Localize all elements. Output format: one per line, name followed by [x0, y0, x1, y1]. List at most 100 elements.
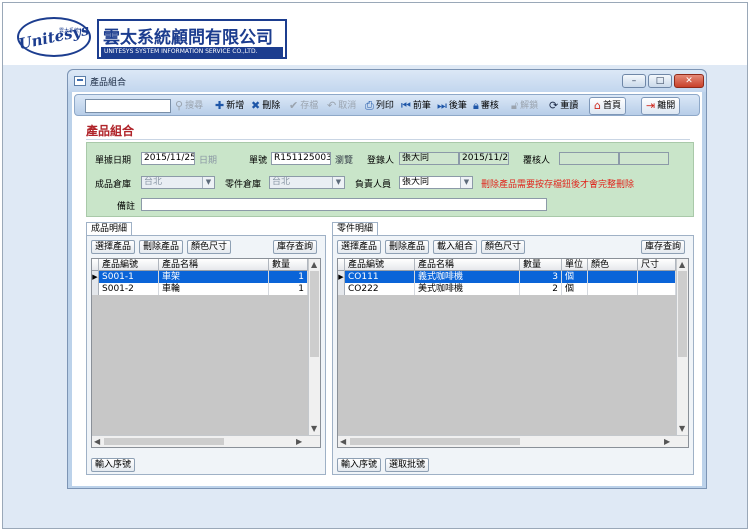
column-header-qty[interactable]: 數量 [520, 259, 562, 271]
number-label: 單號 [249, 156, 268, 166]
save-button[interactable]: ✔ 存檔 [289, 98, 318, 114]
print-button[interactable]: ⎙ 列印 [365, 98, 394, 114]
scroll-thumb[interactable] [310, 271, 319, 357]
date-label: 單據日期 [95, 156, 132, 166]
part-stock-query-button[interactable]: 庫存查詢 [641, 240, 686, 254]
browse-link[interactable]: 瀏覽 [335, 153, 353, 166]
site-header: Unitesys 雲太系統 雲太系統顧問有限公司 UNITESYS SYSTEM… [3, 3, 747, 65]
unaudit-button[interactable]: 🔓︎ 解鎖 [511, 98, 538, 114]
page-frame: Unitesys 雲太系統 雲太系統顧問有限公司 UNITESYS SYSTEM… [2, 2, 748, 529]
scroll-up-icon[interactable]: ▲ [679, 260, 685, 270]
scroll-right-icon[interactable]: ▶ [664, 437, 670, 447]
reload-button[interactable]: ⟳ 重讀 [549, 98, 578, 114]
search-button[interactable]: ⚲ 搜尋 [175, 98, 203, 114]
prev-record-button[interactable]: ⏮ 前筆 [401, 98, 431, 114]
owner-select[interactable]: 張大同 ▼ [399, 176, 473, 189]
home-button[interactable]: ⌂ 首頁 [589, 97, 626, 115]
delete-product-button[interactable]: 刪除產品 [139, 240, 184, 254]
company-name-box: 雲太系統顧問有限公司 UNITESYS SYSTEM INFORMATION S… [97, 19, 287, 59]
refresh-icon: ⟳ [549, 99, 559, 112]
date-field[interactable]: 2015/11/25 [141, 152, 195, 165]
tab-product-details[interactable]: 成品明細 [86, 222, 133, 236]
part-input-serial-button[interactable]: 輸入序號 [337, 458, 382, 472]
select-product-button[interactable]: 選擇產品 [91, 240, 136, 254]
column-header-qty[interactable]: 數量 [269, 259, 308, 271]
minimize-button[interactable]: – [622, 74, 646, 88]
audit-button[interactable]: 🔒︎ 審核 [473, 98, 499, 114]
column-header-color[interactable]: 顏色 [588, 259, 638, 271]
add-button[interactable]: ✚ 新增 [215, 98, 244, 114]
scroll-left-icon[interactable]: ◀ [340, 437, 346, 447]
plus-icon: ✚ [215, 99, 225, 112]
select-part-button[interactable]: 選擇產品 [337, 240, 382, 254]
owner-label: 負責人員 [355, 180, 392, 190]
row-marker [92, 283, 99, 295]
cancel-button[interactable]: ↶ 取消 [327, 98, 356, 114]
table-row[interactable]: CO222 美式咖啡機 2 個 [338, 283, 676, 295]
company-logo[interactable]: Unitesys [17, 17, 91, 57]
part-grid-vscroll[interactable]: ▲ ▼ [676, 259, 688, 435]
number-field[interactable]: R151125003 [271, 152, 331, 165]
product-grid-hscroll[interactable]: ◀ ▶ [92, 435, 320, 447]
product-grid-vscroll[interactable]: ▲ ▼ [308, 259, 320, 435]
scroll-down-icon[interactable]: ▼ [679, 424, 685, 434]
column-header-code[interactable]: 產品編號 [345, 259, 415, 271]
column-header-size[interactable]: 尺寸 [638, 259, 676, 271]
product-warehouse-select[interactable]: 台北 ▼ [141, 176, 215, 189]
tab-part-details[interactable]: 零件明細 [332, 222, 379, 236]
home-icon: ⌂ [594, 99, 601, 112]
creator-label: 登錄人 [367, 156, 395, 166]
exit-icon: ⇥ [646, 99, 656, 112]
column-header-name[interactable]: 產品名稱 [415, 259, 520, 271]
scroll-right-icon[interactable]: ▶ [296, 437, 302, 447]
current-row-icon: ▶ [92, 271, 99, 283]
part-details-panel: 選擇產品 刪除產品 載入組合 顏色尺寸 庫存查詢 產品編號 產品名稱 數量 單位… [332, 235, 694, 475]
unlock-icon: 🔓︎ [511, 99, 519, 112]
select-batch-button[interactable]: 選取批號 [385, 458, 430, 472]
chevron-down-icon: ▼ [460, 177, 472, 188]
window-icon [74, 76, 86, 86]
scroll-up-icon[interactable]: ▲ [311, 260, 317, 270]
app-window: 產品組合 – □ ✕ ⚲ 搜尋 ✚ 新增 ✖ 刪除 ✔ 存檔 ↶ 取消 ⎙ 列印 ⏮ 前筆 ⏭… [67, 69, 707, 489]
delete-button[interactable]: ✖ 刪除 [251, 98, 280, 114]
part-color-size-button[interactable]: 顏色尺寸 [481, 240, 526, 254]
search-icon: ⚲ [175, 99, 184, 112]
reviewer-field [559, 152, 619, 165]
maximize-button[interactable]: □ [648, 74, 672, 88]
creator-field: 張大同 [399, 152, 459, 165]
next-record-button[interactable]: ⏭ 後筆 [437, 98, 467, 114]
load-combo-button[interactable]: 載入組合 [433, 240, 478, 254]
company-name-en: UNITESYS SYSTEM INFORMATION SERVICE CO.,… [101, 47, 283, 57]
delete-part-button[interactable]: 刪除產品 [385, 240, 430, 254]
part-warehouse-select[interactable]: 台北 ▼ [269, 176, 345, 189]
table-row[interactable]: S001-2 車輪 1 [92, 283, 308, 295]
scroll-down-icon[interactable]: ▼ [311, 424, 317, 434]
scroll-thumb[interactable] [678, 271, 687, 357]
close-button[interactable]: ✕ [674, 74, 704, 88]
table-row[interactable]: ▶ S001-1 車架 1 [92, 271, 308, 283]
part-grid-hscroll[interactable]: ◀ ▶ [338, 435, 688, 447]
column-header-name[interactable]: 產品名稱 [159, 259, 269, 271]
color-size-button[interactable]: 顏色尺寸 [187, 240, 232, 254]
product-grid: 產品編號 產品名稱 數量 ▶ S001-1 車架 1 S001-2 車輪 1 ▲… [91, 258, 321, 448]
scroll-thumb[interactable] [104, 438, 224, 445]
stock-query-button[interactable]: 庫存查詢 [273, 240, 318, 254]
logo-tag: 雲太系統 [59, 28, 80, 34]
printer-icon: ⎙ [365, 99, 374, 112]
search-input[interactable] [85, 99, 171, 113]
note-field[interactable] [141, 198, 547, 211]
column-header-unit[interactable]: 單位 [562, 259, 588, 271]
row-header-corner [92, 259, 99, 271]
column-header-code[interactable]: 產品編號 [99, 259, 159, 271]
leave-button[interactable]: ⇥ 離開 [641, 97, 681, 115]
table-row[interactable]: ▶ CO111 義式咖啡機 3 個 [338, 271, 676, 283]
reviewer-date-field [619, 152, 669, 165]
current-row-icon: ▶ [338, 271, 345, 283]
product-grid-header: 產品編號 產品名稱 數量 [92, 259, 308, 271]
date-picker-link[interactable]: 日期 [199, 153, 217, 166]
window-title: 產品組合 [90, 78, 127, 88]
input-serial-button[interactable]: 輸入序號 [91, 458, 136, 472]
window-titlebar[interactable]: 產品組合 – □ ✕ [68, 70, 706, 92]
scroll-thumb[interactable] [350, 438, 520, 445]
scroll-left-icon[interactable]: ◀ [94, 437, 100, 447]
